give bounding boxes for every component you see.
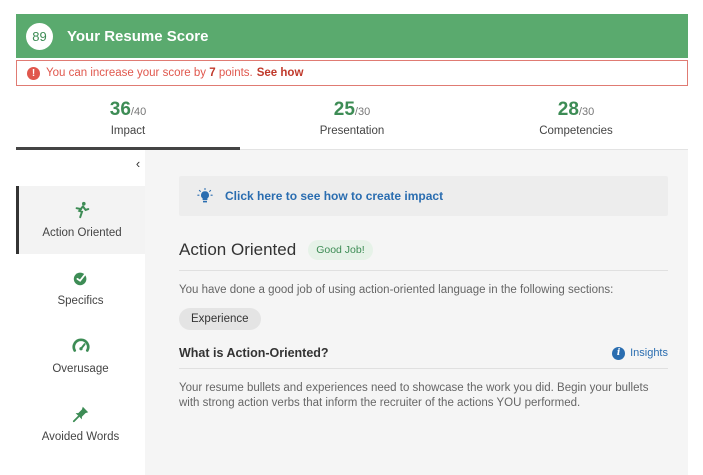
- lightbulb-icon: [197, 188, 213, 203]
- header-title: Your Resume Score: [67, 27, 209, 45]
- section-header: Action Oriented Good Job!: [179, 240, 668, 271]
- chevron-left-icon[interactable]: ‹: [131, 156, 145, 172]
- runner-icon: [75, 201, 90, 219]
- tab-max: /30: [354, 105, 371, 118]
- tab-competencies[interactable]: 28/30 Competencies: [464, 86, 688, 149]
- tab-label: Competencies: [539, 124, 613, 137]
- tab-impact[interactable]: 36/40 Impact: [16, 86, 240, 150]
- insights-button[interactable]: i Insights: [612, 346, 668, 360]
- sidebar-item-avoided-words[interactable]: Avoided Words: [16, 390, 145, 458]
- tab-max: /30: [578, 105, 595, 118]
- alert-points: 7: [209, 67, 216, 79]
- detail-content: Click here to see how to create impact A…: [145, 150, 688, 475]
- score-header: 89 Your Resume Score: [16, 14, 688, 58]
- section-chip-experience[interactable]: Experience: [179, 308, 261, 330]
- tab-score: 25: [333, 98, 355, 120]
- target-check-icon: [73, 271, 87, 286]
- sidebar-item-overusage[interactable]: Overusage: [16, 322, 145, 390]
- status-badge: Good Job!: [308, 240, 373, 260]
- sidebar-item-label: Overusage: [52, 363, 109, 375]
- tab-max: /40: [130, 105, 147, 118]
- sidebar-item-label: Specifics: [57, 295, 104, 307]
- what-is-header: What is Action-Oriented? i Insights: [179, 346, 668, 369]
- what-is-explanation: Your resume bullets and experiences need…: [179, 382, 649, 409]
- tab-score: 36: [109, 98, 131, 120]
- sidebar-item-specifics[interactable]: Specifics: [16, 254, 145, 322]
- tab-label: Presentation: [319, 124, 385, 137]
- tab-label: Impact: [110, 124, 146, 137]
- gauge-icon: [71, 338, 90, 352]
- what-is-title: What is Action-Oriented?: [179, 346, 329, 360]
- see-how-link[interactable]: See how: [257, 67, 304, 79]
- score-alert: ! You can increase your score by 7 point…: [16, 60, 688, 86]
- tab-presentation[interactable]: 25/30 Presentation: [240, 86, 464, 149]
- sidebar-item-action-oriented[interactable]: Action Oriented: [16, 186, 145, 254]
- tab-score: 28: [557, 98, 579, 120]
- create-impact-tip[interactable]: Click here to see how to create impact: [179, 176, 668, 216]
- sidebar-item-label: Avoided Words: [41, 431, 120, 443]
- section-title: Action Oriented: [179, 240, 297, 259]
- insights-label: Insights: [630, 347, 668, 359]
- tip-link: Click here to see how to create impact: [225, 189, 444, 203]
- pin-icon: [72, 406, 88, 423]
- alert-prefix: You can increase your score by: [46, 67, 207, 79]
- impact-body: ‹ Action Oriented Specifics Overusage Av…: [16, 150, 688, 475]
- overall-score-badge: 89: [26, 22, 53, 50]
- alert-suffix: points.: [218, 67, 253, 79]
- sidebar-list: Action Oriented Specifics Overusage Avoi…: [16, 186, 145, 458]
- sidebar-item-label: Action Oriented: [42, 227, 122, 239]
- resume-score-panel: 89 Your Resume Score ! You can increase …: [16, 14, 688, 475]
- info-icon: i: [612, 346, 626, 360]
- score-tabs: 36/40 Impact 25/30 Presentation 28/30 Co…: [16, 86, 688, 150]
- alert-icon: !: [27, 66, 40, 80]
- section-description: You have done a good job of using action…: [179, 284, 614, 296]
- category-sidebar: ‹ Action Oriented Specifics Overusage Av…: [16, 150, 145, 475]
